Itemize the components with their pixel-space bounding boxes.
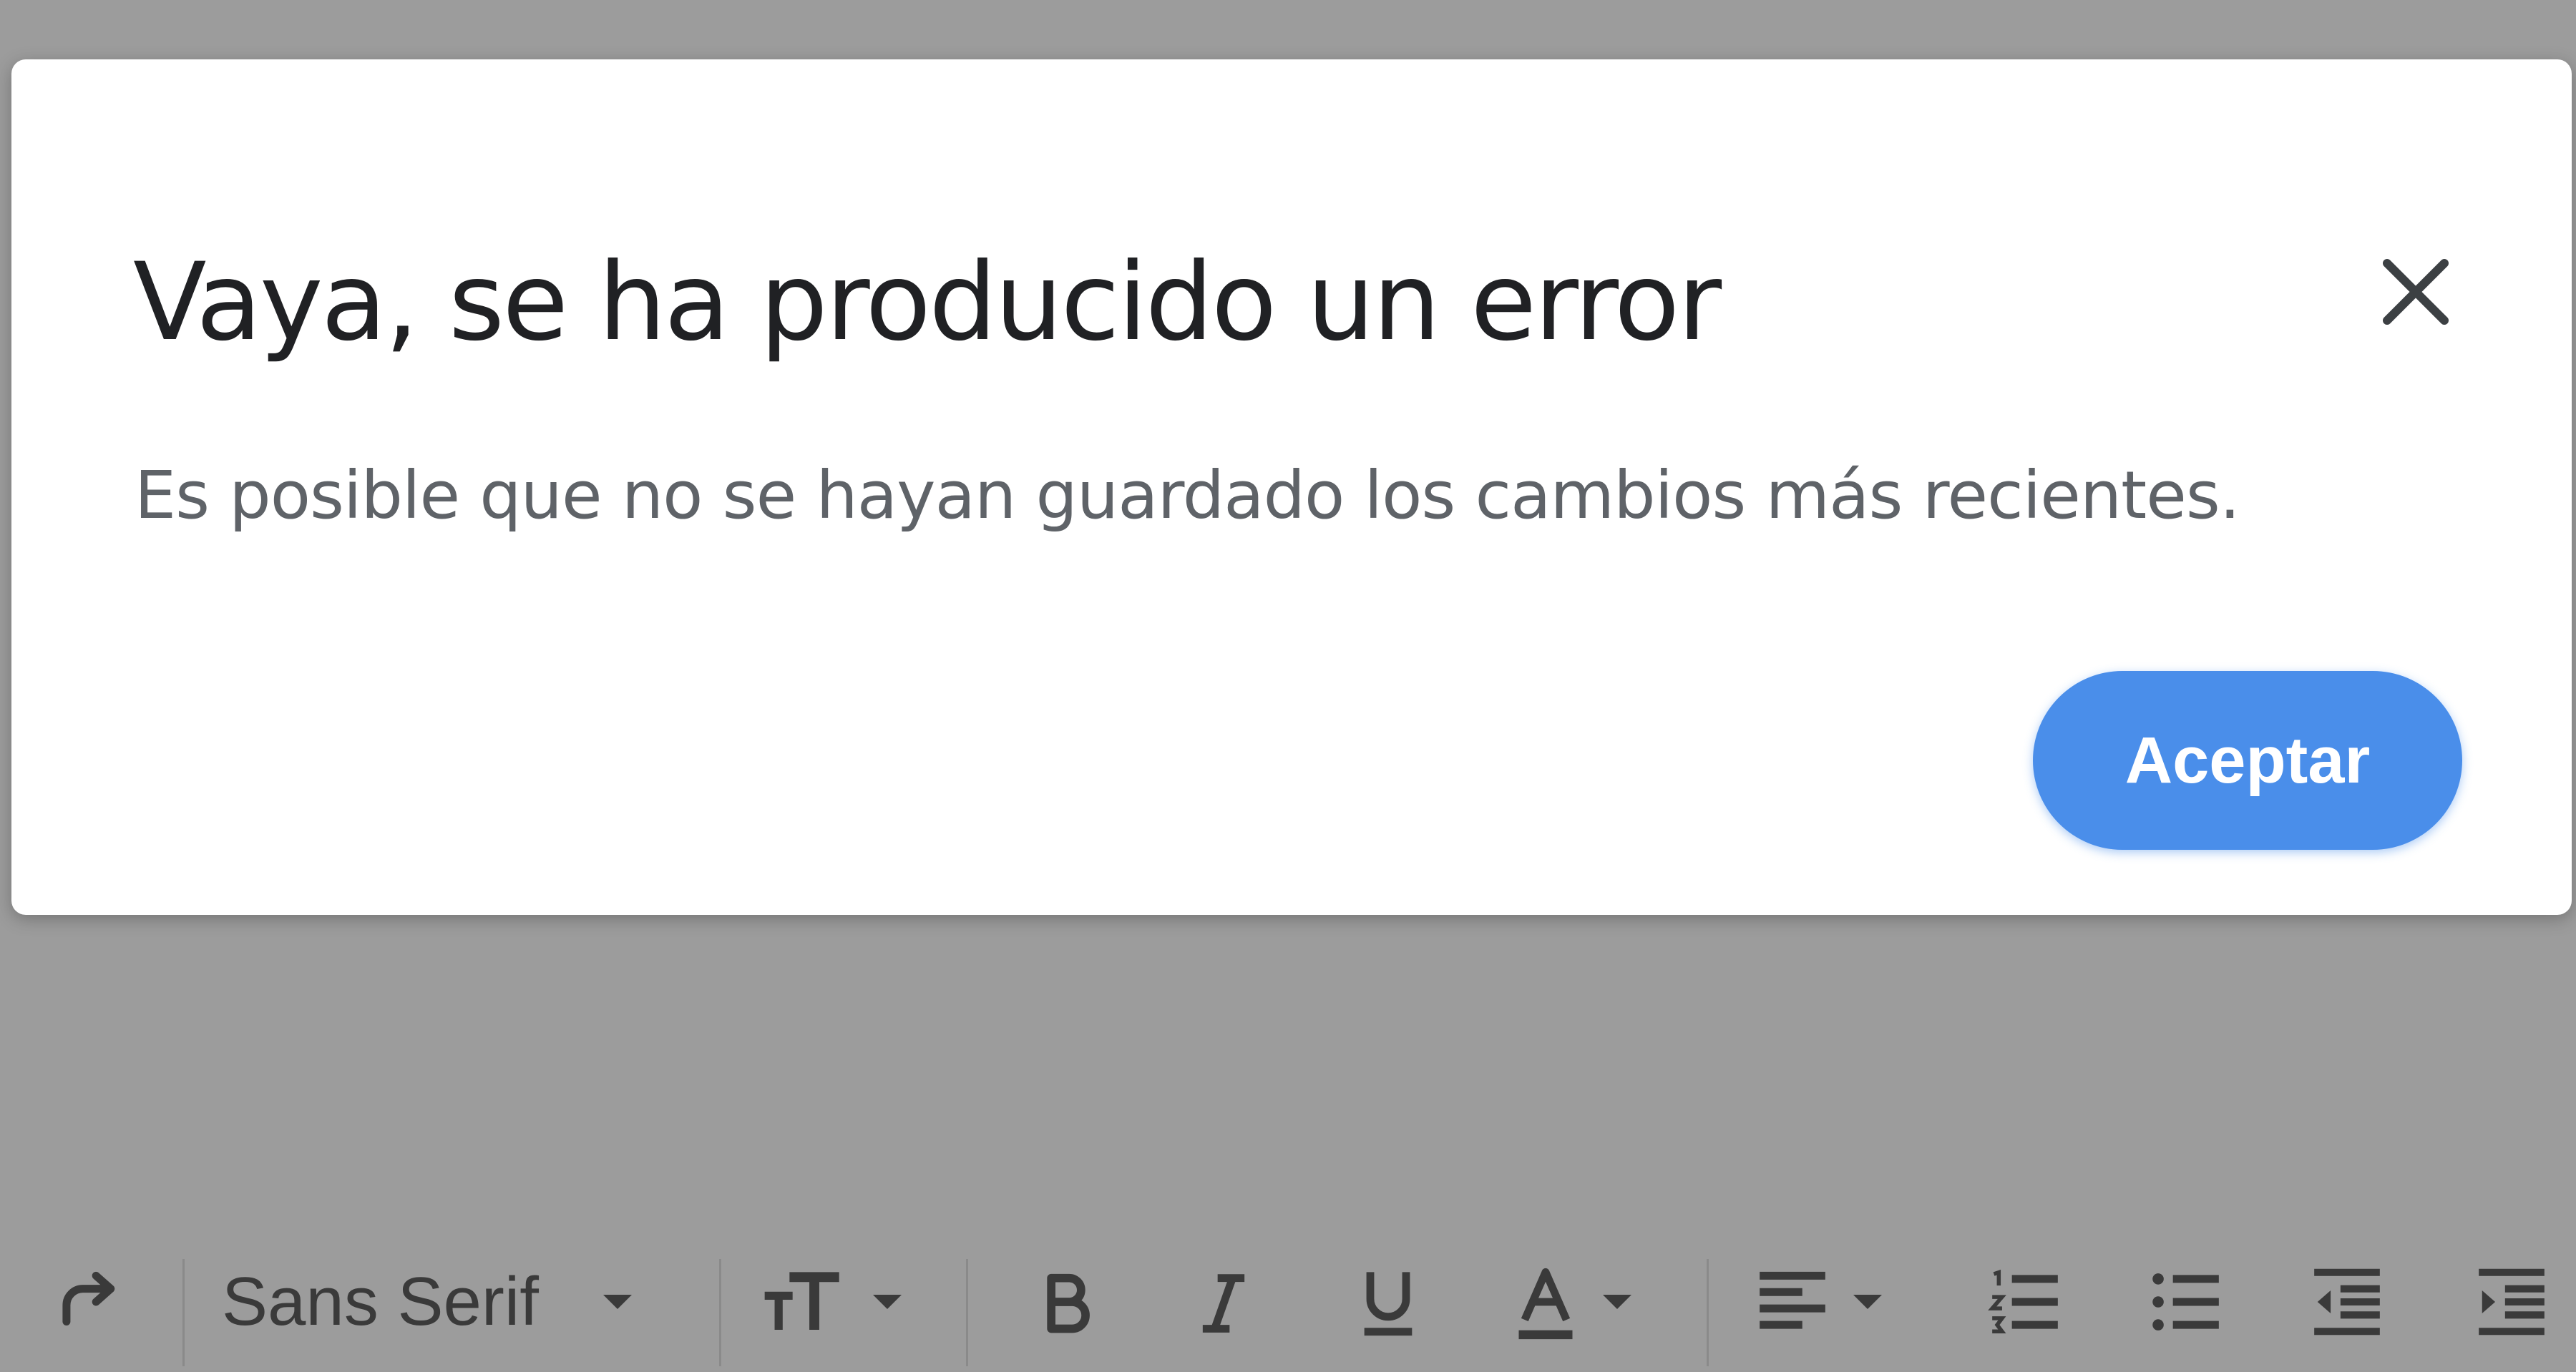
numbered-list-button[interactable] [1975, 1245, 2075, 1359]
italic-icon [1202, 1274, 1245, 1333]
formatting-toolbar: Sans Serif [0, 1230, 2576, 1372]
toolbar-separator [182, 1259, 185, 1366]
indent-more-button[interactable] [2462, 1245, 2562, 1359]
bold-icon [1047, 1273, 1090, 1333]
toolbar-separator [1707, 1259, 1709, 1366]
accept-button[interactable]: Aceptar [2033, 671, 2462, 850]
toolbar-separator [966, 1259, 968, 1366]
close-icon [2383, 259, 2449, 325]
align-button[interactable] [1753, 1245, 1918, 1359]
toolbar-separator [719, 1259, 721, 1366]
bulleted-list-button[interactable] [2136, 1245, 2236, 1359]
text-color-button[interactable] [1510, 1245, 1667, 1359]
font-family-select[interactable]: Sans Serif [222, 1245, 694, 1359]
underline-icon [1364, 1272, 1413, 1336]
numbered-list-icon [1988, 1269, 2058, 1333]
italic-button[interactable] [1174, 1245, 1274, 1359]
redo-button[interactable] [43, 1245, 136, 1359]
indent-less-button[interactable] [2297, 1245, 2397, 1359]
close-button[interactable] [2351, 227, 2480, 356]
font-size-icon [764, 1272, 839, 1330]
redo-icon [62, 1271, 115, 1326]
dialog-message: Es posible que no se hayan guardado los … [135, 457, 2240, 534]
chevron-down-icon [602, 1295, 632, 1309]
font-family-label: Sans Serif [222, 1263, 539, 1340]
bulleted-list-icon [2152, 1273, 2219, 1331]
chevron-down-icon [1603, 1295, 1631, 1309]
chevron-down-icon [873, 1295, 902, 1309]
indent-more-icon [2479, 1268, 2545, 1336]
text-color-icon [1518, 1268, 1573, 1340]
dialog-title: Vaya, se ha producido un error [133, 240, 1722, 365]
chevron-down-icon [1853, 1295, 1882, 1309]
align-icon [1760, 1271, 1825, 1329]
error-dialog: Vaya, se ha producido un error Es posibl… [11, 59, 2572, 915]
bold-button[interactable] [1016, 1245, 1116, 1359]
font-size-button[interactable] [758, 1245, 937, 1359]
underline-button[interactable] [1338, 1245, 1438, 1359]
indent-less-icon [2314, 1268, 2380, 1336]
